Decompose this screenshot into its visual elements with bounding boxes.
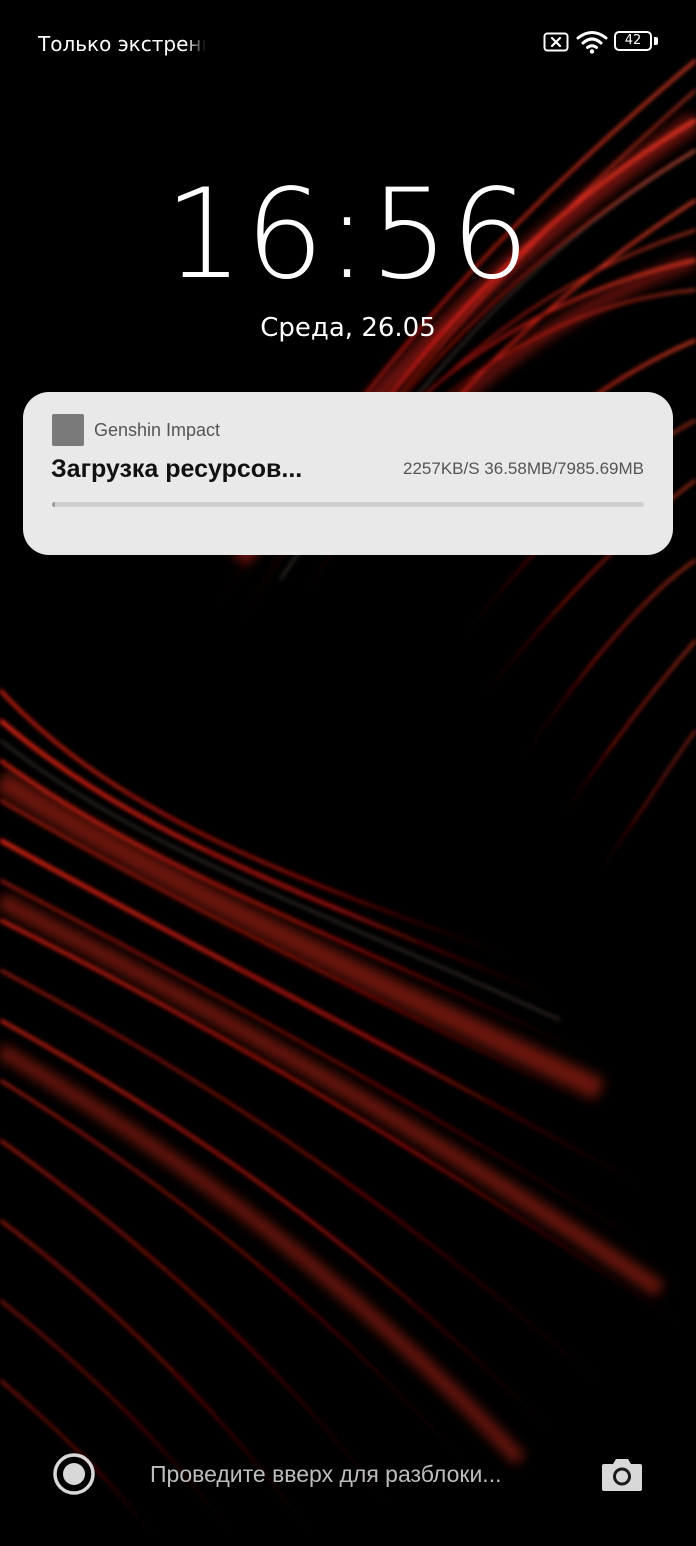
battery-icon: 42 (614, 31, 660, 53)
notification-title: Загрузка ресурсов... (51, 455, 303, 483)
notification-app-name: Genshin Impact (94, 420, 221, 440)
wifi-icon (576, 31, 608, 54)
lock-clock: 16:56 (164, 163, 532, 307)
lock-date: Среда, 26.05 (260, 313, 436, 343)
battery-cap (654, 37, 658, 45)
lock-screen: Только экстренн 42 16:56 Среда, 26.05 Ge… (0, 0, 696, 1546)
notification-progress-text: 2257KB/S 36.58MB/7985.69MB (403, 459, 644, 478)
carrier-text: Только экстренн (38, 32, 206, 56)
no-sim-icon (543, 32, 569, 52)
swipe-unlock-hint: Проведите вверх для разблоки... (150, 1461, 502, 1487)
app-icon (52, 414, 84, 446)
download-notification[interactable]: Genshin Impact Загрузка ресурсов... 2257… (23, 392, 673, 555)
record-icon[interactable] (52, 1452, 96, 1496)
status-bar: Только экстренн 42 (0, 0, 696, 86)
download-progress-fill (52, 502, 55, 507)
camera-icon[interactable] (600, 1454, 644, 1494)
download-progress-bar (52, 502, 644, 507)
battery-level: 42 (624, 33, 642, 48)
lock-bottom-bar: Проведите вверх для разблоки... (0, 1436, 696, 1516)
